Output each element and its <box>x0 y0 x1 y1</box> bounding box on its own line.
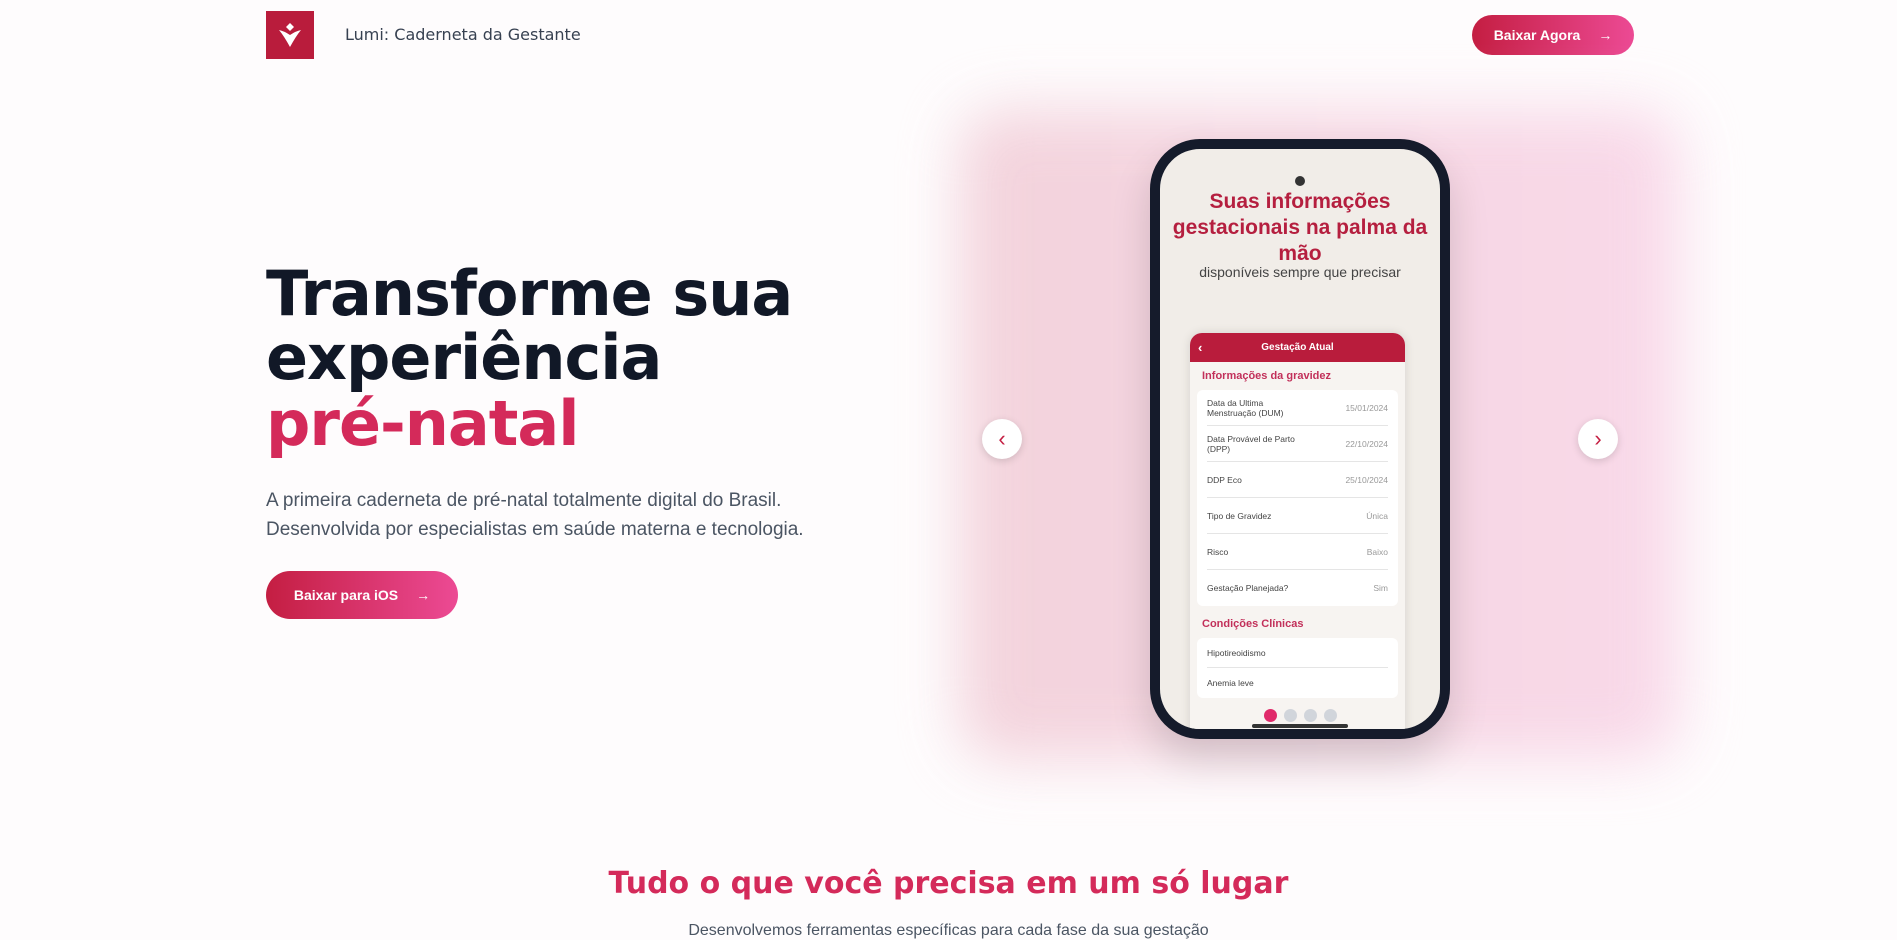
info-label: Risco <box>1207 546 1229 557</box>
chevron-left-icon: ‹ <box>998 426 1006 451</box>
arrow-right-icon: → <box>416 587 431 603</box>
info-row: Risco Baixo <box>1207 534 1388 570</box>
info-label: Data Provável de Parto (DPP) <box>1207 433 1295 454</box>
info-label: DDP Eco <box>1207 474 1242 485</box>
hero-accent: pré-natal <box>266 387 579 460</box>
logo[interactable] <box>266 11 314 59</box>
carousel-dots <box>1160 709 1440 722</box>
carousel-next-button[interactable]: › <box>1578 419 1618 459</box>
carousel-prev-button[interactable]: ‹ <box>982 419 1022 459</box>
phone-title: Suas informações gestacionais na palma d… <box>1172 190 1428 265</box>
features-subtitle: Desenvolvemos ferramentas específicas pa… <box>688 922 1209 939</box>
info-value: Única <box>1366 510 1388 521</box>
app-header: ‹ Gestação Atual <box>1190 333 1405 362</box>
info-value: Sim <box>1373 583 1388 593</box>
condition-label: Hipotireoidismo <box>1207 647 1266 658</box>
home-indicator <box>1252 724 1348 728</box>
info-label: Data da Ultima Menstruação (DUM) <box>1207 397 1284 418</box>
download-now-button[interactable]: Baixar Agora → <box>1472 15 1634 55</box>
description-line1: A primeira caderneta de pré-natal totalm… <box>266 490 782 511</box>
app-screen-card: ‹ Gestação Atual Informações da gravidez … <box>1190 333 1405 729</box>
features-title: Tudo o que você precisa em um só lugar <box>608 866 1289 901</box>
condition-label: Anemia leve <box>1207 678 1254 688</box>
info-label: Tipo de Gravidez <box>1207 510 1272 521</box>
section-title: Informações da gravidez <box>1202 370 1331 382</box>
app-header-title: Gestação Atual <box>1261 342 1334 353</box>
pregnancy-info-list: Data da Ultima Menstruação (DUM) 15/01/20… <box>1197 390 1398 606</box>
info-row: DDP Eco 25/10/2024 <box>1207 462 1388 498</box>
carousel-dot[interactable] <box>1303 709 1317 722</box>
info-row: Tipo de Gravidez Única <box>1207 498 1388 534</box>
camera-dot <box>1295 176 1305 186</box>
info-label: Gestação Planejada? <box>1207 583 1289 593</box>
phone-mockup: Suas informações gestacionais na palma d… <box>1150 139 1450 739</box>
logo-icon <box>279 23 301 47</box>
download-now-label: Baixar Agora <box>1493 27 1581 43</box>
condition-row: Anemia leve <box>1207 668 1388 698</box>
info-value: 25/10/2024 <box>1345 474 1388 485</box>
back-icon: ‹ <box>1198 340 1203 355</box>
section-title: Condições Clínicas <box>1202 618 1304 630</box>
phone-subtitle: disponíveis sempre que precisar <box>1199 264 1401 280</box>
conditions-list: Hipotireoidismo Anemia leve <box>1197 638 1398 698</box>
arrow-right-icon: → <box>1598 27 1613 43</box>
condition-row: Hipotireoidismo <box>1207 638 1388 668</box>
description-line2: Desenvolvida por especialistas em saúde … <box>266 519 804 540</box>
chevron-right-icon: › <box>1594 426 1602 451</box>
download-ios-label: Baixar para iOS <box>293 587 399 603</box>
hero-description: A primeira caderneta de pré-natal totalm… <box>266 486 866 544</box>
carousel-dot[interactable] <box>1283 709 1297 722</box>
info-value: Baixo <box>1366 546 1388 557</box>
carousel-dot[interactable] <box>1323 709 1337 722</box>
info-row: Data Provável de Parto (DPP) 22/10/2024 <box>1207 426 1388 462</box>
info-value: 22/10/2024 <box>1345 438 1388 449</box>
hero-line2: experiência <box>266 321 662 394</box>
info-row: Gestação Planejada? Sim <box>1207 570 1388 606</box>
download-ios-button[interactable]: Baixar para iOS → <box>266 571 458 619</box>
hero-heading: Transforme sua experiência <box>266 262 793 390</box>
info-value: 15/01/2024 <box>1345 402 1388 413</box>
carousel-dot[interactable] <box>1263 709 1277 722</box>
hero-line1: Transforme sua <box>266 257 793 330</box>
info-row: Data da Ultima Menstruação (DUM) 15/01/20… <box>1207 390 1388 426</box>
app-title: Lumi: Caderneta da Gestante <box>345 25 581 44</box>
